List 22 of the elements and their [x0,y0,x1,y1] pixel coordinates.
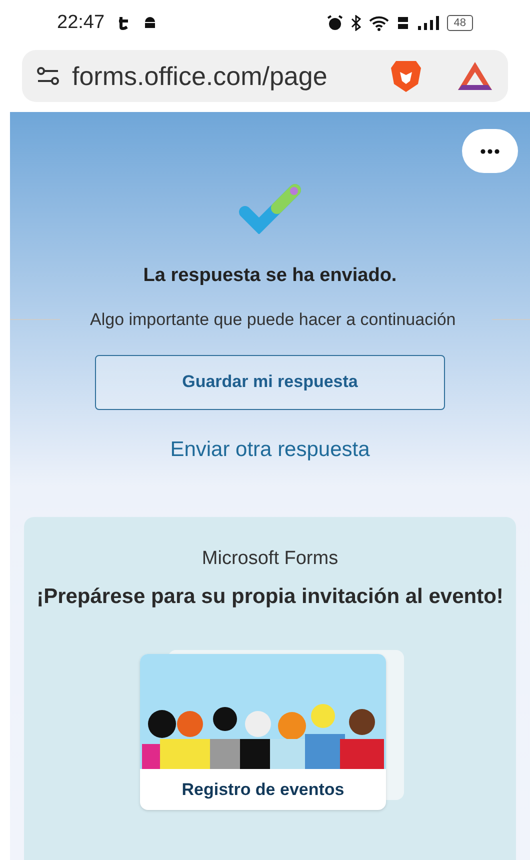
confirmation-title: La respuesta se ha enviado. [143,264,397,288]
app-notification-icon [116,16,131,30]
url-text: forms.office.com/page [72,60,328,92]
more-options-button[interactable] [462,129,518,173]
promo-heading: ¡Prepárese para su propia invitación al evento! [36,584,504,610]
wifi-icon [368,16,389,30]
brand-name: Microsoft Forms [202,547,338,571]
lion-shield-icon[interactable] [388,58,424,94]
more-icon [480,148,500,154]
next-step-text: Algo importante que puede hacer a continuación [89,308,457,330]
status-time: 22:47 [57,10,105,35]
checkmark-icon [237,182,303,234]
bluetooth-icon [350,15,361,31]
triangle-icon[interactable] [456,60,494,92]
save-response-button[interactable]: Guardar mi respuesta [95,354,445,410]
event-card-title: Registro de eventos [180,778,346,801]
site-settings-icon[interactable] [36,66,60,86]
signal-icon [416,16,439,30]
battery-indicator: 48 [446,15,473,31]
send-another-link[interactable]: Enviar otra respuesta [170,434,370,465]
alarm-icon [326,15,343,31]
address-bar[interactable]: forms.office.com/page [22,50,508,102]
